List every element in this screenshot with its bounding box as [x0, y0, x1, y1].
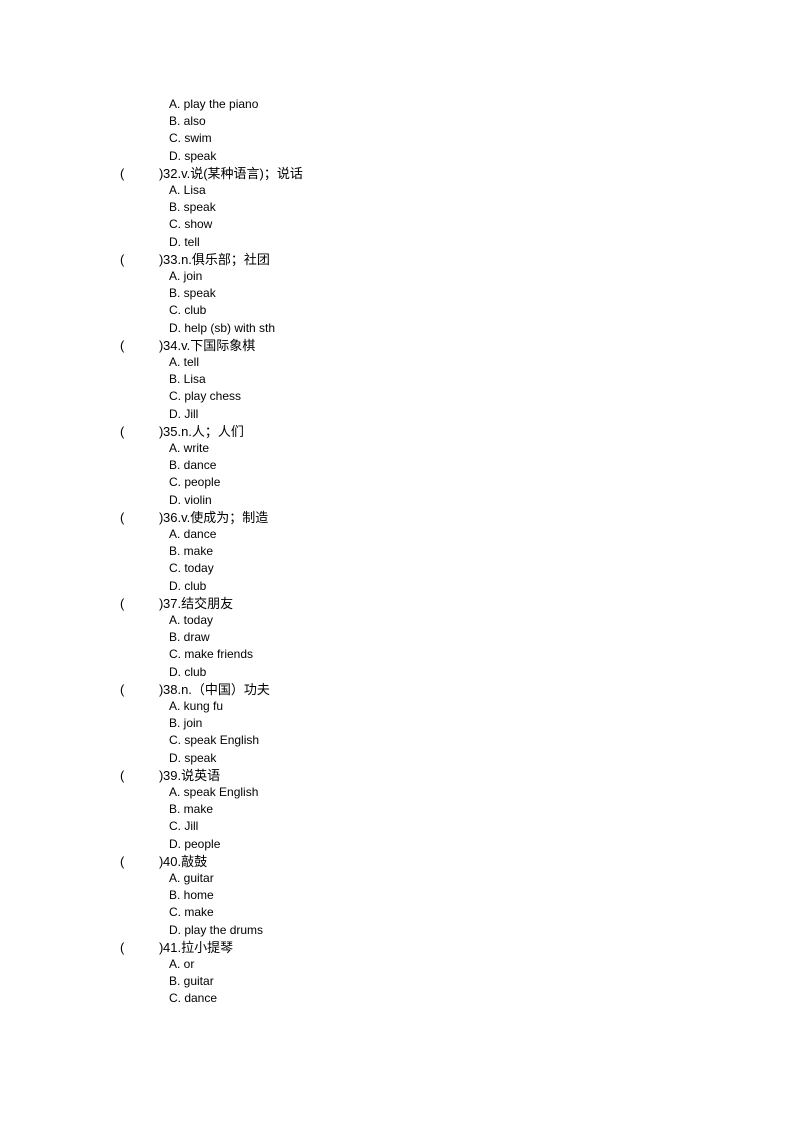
answer-blank-open-paren: ( [120, 853, 125, 869]
question-prompt: 34.v.下国际象棋 [163, 337, 256, 353]
answer-option: C. swim [169, 131, 212, 146]
answer-option: B. Lisa [169, 372, 206, 387]
answer-blank-open-paren: ( [120, 423, 125, 439]
answer-option: C. make friends [169, 647, 254, 662]
answer-blank-open-paren: ( [120, 767, 125, 783]
answer-option: D. club [169, 664, 207, 679]
answer-option: C. make [169, 905, 214, 920]
answer-blank-open-paren: ( [120, 337, 125, 353]
answer-blank-open-paren: ( [120, 165, 125, 181]
answer-option: B. draw [169, 630, 210, 645]
answer-option: A. speak English [169, 785, 259, 799]
answer-option: B. dance [169, 458, 217, 473]
answer-option: C. dance [169, 991, 218, 1006]
answer-option: B. speak [169, 286, 216, 301]
answer-option: B. join [169, 716, 203, 731]
answer-option: A. today [169, 613, 214, 627]
answer-option: B. home [169, 888, 214, 903]
answer-option: C. play chess [169, 389, 242, 404]
answer-option: C. show [169, 217, 213, 232]
question-prompt: 35.n.人；人们 [163, 423, 244, 439]
answer-option: D. speak [169, 148, 217, 163]
answer-option: D. club [169, 578, 207, 593]
question-prompt: 39.说英语 [163, 767, 221, 783]
answer-option: D. Jill [169, 406, 199, 421]
question-prompt: 36.v.使成为；制造 [163, 509, 269, 525]
answer-option: A. guitar [169, 871, 214, 885]
question-prompt: 32.v.说(某种语言)；说话 [163, 165, 303, 181]
answer-option: A. join [169, 269, 203, 283]
answer-option: C. people [169, 475, 221, 490]
question-prompt: 41.拉小提琴 [163, 939, 234, 955]
answer-option: D. help (sb) with sth [169, 320, 276, 335]
answer-option: A. Lisa [169, 183, 206, 197]
answer-option: C. speak English [169, 733, 260, 748]
answer-option: B. make [169, 802, 214, 817]
answer-blank-open-paren: ( [120, 939, 125, 955]
question-prompt: 33.n.俱乐部；社团 [163, 251, 270, 267]
answer-option: B. also [169, 114, 206, 129]
answer-option: C. Jill [169, 819, 199, 834]
answer-option: D. play the drums [169, 922, 264, 937]
answer-option: A. write [169, 441, 210, 455]
answer-option: A. dance [169, 527, 217, 541]
answer-option: D. speak [169, 750, 217, 765]
answer-option: B. guitar [169, 974, 214, 989]
answer-option: C. club [169, 303, 207, 318]
answer-blank-open-paren: ( [120, 251, 125, 267]
answer-option: A. kung fu [169, 699, 224, 713]
question-prompt: 40.敲鼓 [163, 853, 208, 869]
question-prompt: 37.结交朋友 [163, 595, 234, 611]
answer-option: D. people [169, 836, 221, 851]
answer-option: A. play the piano [169, 97, 259, 111]
answer-option: B. make [169, 544, 214, 559]
answer-blank-open-paren: ( [120, 595, 125, 611]
answer-blank-open-paren: ( [120, 509, 125, 525]
answer-option: A. tell [169, 355, 200, 369]
answer-option: C. today [169, 561, 214, 576]
answer-option: D. tell [169, 234, 200, 249]
answer-option: A. or [169, 957, 195, 971]
answer-blank-open-paren: ( [120, 681, 125, 697]
question-prompt: 38.n.（中国）功夫 [163, 681, 270, 697]
answer-option: B. speak [169, 200, 216, 215]
answer-option: D. violin [169, 492, 212, 507]
document-page: A. play the piano B. also C. swim D. speak (… [0, 0, 794, 1123]
